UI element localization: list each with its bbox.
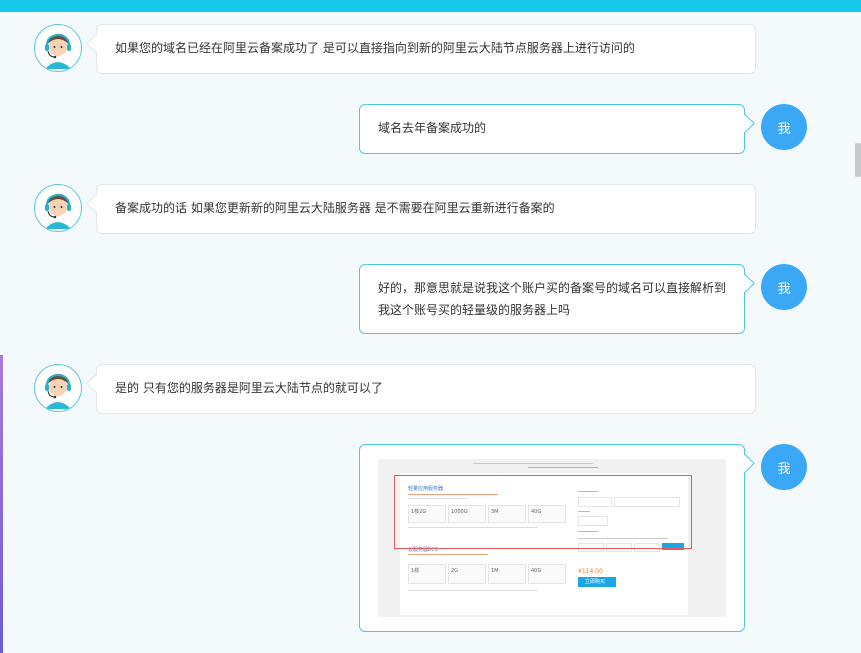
user-avatar: 我 <box>761 264 807 310</box>
spec-mem: 2G <box>451 568 459 574</box>
avatar-label: 我 <box>777 461 791 477</box>
message-text: 如果您的域名已经在阿里云备案成功了 是可以直接指向到新的阿里云大陆节点服务器上进… <box>115 41 635 55</box>
image-message[interactable]: 轻量应用服务器 1核2G 1000G 3M 40G 云服务器ECS 1核 2G … <box>359 444 745 632</box>
screenshot-thumbnail[interactable]: 轻量应用服务器 1核2G 1000G 3M 40G 云服务器ECS 1核 2G … <box>378 459 726 617</box>
message-text: 域名去年备案成功的 <box>378 121 487 135</box>
avatar-label: 我 <box>777 121 791 137</box>
highlight-frame <box>394 475 692 549</box>
message-text: 是的 只有您的服务器是阿里云大陆节点的就可以了 <box>115 381 383 395</box>
price: ¥114.00 <box>578 568 603 575</box>
spec-bandwidth: 1M <box>491 568 499 574</box>
customer-service-avatar-icon <box>34 184 82 232</box>
user-avatar: 我 <box>761 444 807 490</box>
buy-button: 立即购买 <box>585 579 606 585</box>
customer-service-avatar-icon <box>34 24 82 72</box>
left-accent-strip <box>0 355 3 653</box>
customer-service-avatar-icon <box>34 364 82 412</box>
message-text: 备案成功的话 如果您更新新的阿里云大陆服务器 是不需要在阿里云重新进行备案的 <box>115 201 555 215</box>
avatar-label: 我 <box>777 281 791 297</box>
top-accent-bar <box>0 0 861 12</box>
scrollbar-thumb[interactable] <box>855 143 861 177</box>
user-avatar: 我 <box>761 104 807 150</box>
spec-cpu: 1核 <box>411 568 420 574</box>
spec-disk: 40G <box>531 568 542 574</box>
message-text: 好的，那意思就是说我这个账户买的备案号的域名可以直接解析到我这个账号买的轻量级的… <box>378 281 727 317</box>
